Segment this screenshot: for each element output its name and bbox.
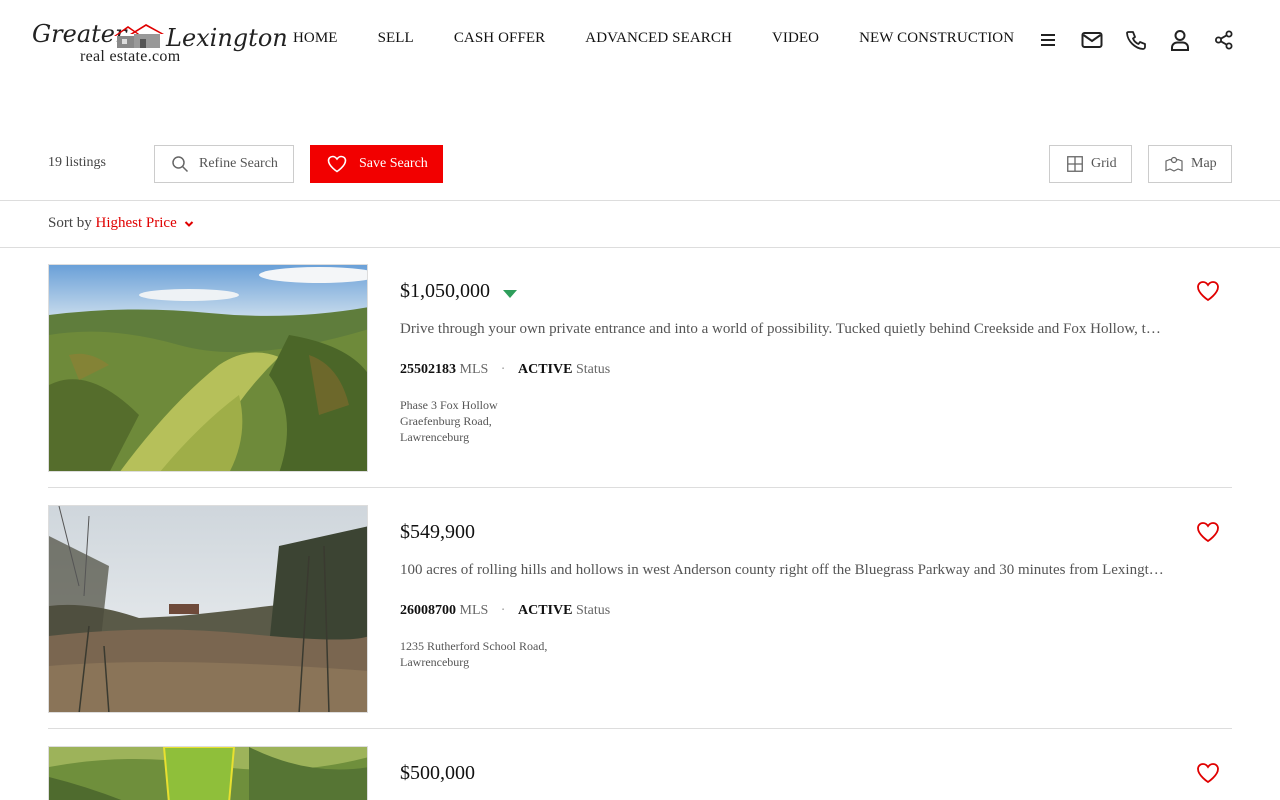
- sort-label: Sort by: [48, 215, 92, 231]
- listing-card[interactable]: $549,900 100 acres of rolling hills and …: [48, 505, 1232, 729]
- listing-card[interactable]: $500,000: [48, 746, 1232, 800]
- listing-description: 100 acres of rolling hills and hollows i…: [400, 562, 1164, 578]
- listing-status: ACTIVE: [517, 603, 573, 618]
- phone-icon[interactable]: [1124, 28, 1148, 52]
- mls-label: MLS: [459, 362, 489, 377]
- meta-separator: ·: [500, 603, 506, 618]
- listing-divider: [48, 487, 1232, 488]
- mls-number: 26008700: [400, 603, 456, 618]
- grid-view-label: Grid: [1091, 156, 1117, 171]
- mls-label: MLS: [459, 603, 489, 618]
- listing-address: Phase 3 Fox Hollow Graefenburg Road, Law…: [400, 397, 498, 445]
- save-search-button[interactable]: Save Search: [310, 145, 443, 183]
- results-toolbar: 19 listings Refine Search Save Search Gr…: [0, 144, 1280, 184]
- meta-separator: ·: [500, 362, 506, 377]
- nav-video[interactable]: VIDEO: [772, 30, 819, 47]
- site-logo[interactable]: Greater Lexington real estate.com: [32, 20, 288, 68]
- search-icon: [172, 156, 189, 173]
- status-label: Status: [575, 603, 611, 618]
- listing-meta: 26008700 MLS · ACTIVE Status: [400, 603, 610, 619]
- logo-word-realestate: real estate.com: [80, 48, 181, 65]
- listing-count: 19 listings: [48, 155, 106, 170]
- listing-description: Drive through your own private entrance …: [400, 321, 1161, 337]
- listing-price: $549,900: [400, 521, 475, 543]
- user-icon[interactable]: [1168, 28, 1192, 52]
- listing-photo[interactable]: [48, 746, 368, 800]
- refine-search-label: Refine Search: [199, 156, 278, 171]
- header-icons: [1036, 28, 1236, 52]
- listing-photo[interactable]: [48, 264, 368, 472]
- nav-sell[interactable]: SELL: [378, 30, 414, 47]
- share-icon[interactable]: [1212, 28, 1236, 52]
- sort-value[interactable]: Highest Price: [96, 215, 177, 231]
- site-header: Greater Lexington real estate.com HOME S…: [0, 0, 1280, 80]
- address-line: Lawrenceburg: [400, 430, 470, 444]
- listing-price: $500,000: [400, 762, 475, 784]
- address-line: Lawrenceburg: [400, 655, 470, 669]
- address-line: 1235 Rutherford School Road,: [400, 639, 548, 653]
- sort-divider: [0, 247, 1280, 248]
- logo-word-lexington: Lexington: [166, 24, 288, 52]
- address-line: Graefenburg Road,: [400, 414, 492, 428]
- sort-control[interactable]: Sort by Highest Price: [48, 215, 194, 232]
- mls-number: 25502183: [400, 362, 456, 377]
- grid-view-button[interactable]: Grid: [1049, 145, 1132, 183]
- listing-address: 1235 Rutherford School Road, Lawrencebur…: [400, 638, 547, 670]
- listing-photo[interactable]: [48, 505, 368, 713]
- nav-advanced-search[interactable]: ADVANCED SEARCH: [585, 30, 732, 47]
- main-nav: HOME SELL CASH OFFER ADVANCED SEARCH VID…: [293, 30, 1014, 47]
- listing-meta: 25502183 MLS · ACTIVE Status: [400, 362, 610, 378]
- listing-divider: [48, 728, 1232, 729]
- nav-cash-offer[interactable]: CASH OFFER: [454, 30, 545, 47]
- refine-search-button[interactable]: Refine Search: [154, 145, 294, 183]
- listing-card[interactable]: $1,050,000 Drive through your own privat…: [48, 264, 1232, 488]
- map-view-label: Map: [1191, 156, 1217, 171]
- chevron-down-icon[interactable]: [184, 220, 194, 228]
- status-label: Status: [575, 362, 611, 377]
- price-down-icon: [503, 290, 517, 298]
- favorite-heart-icon[interactable]: [1196, 762, 1220, 784]
- favorite-heart-icon[interactable]: [1196, 280, 1220, 302]
- heart-icon: [327, 155, 347, 173]
- logo-house-icon: [114, 24, 164, 48]
- listing-status: ACTIVE: [517, 362, 573, 377]
- nav-new-construction[interactable]: NEW CONSTRUCTION: [859, 30, 1014, 47]
- mail-icon[interactable]: [1080, 28, 1104, 52]
- menu-icon[interactable]: [1036, 28, 1060, 52]
- favorite-heart-icon[interactable]: [1196, 521, 1220, 543]
- map-view-button[interactable]: Map: [1148, 145, 1232, 183]
- save-search-label: Save Search: [359, 156, 428, 171]
- grid-icon: [1067, 156, 1083, 172]
- map-icon: [1165, 156, 1183, 172]
- nav-home[interactable]: HOME: [293, 30, 338, 47]
- listing-price: $1,050,000: [400, 280, 490, 302]
- address-line: Phase 3 Fox Hollow: [400, 398, 498, 412]
- toolbar-divider: [0, 200, 1280, 201]
